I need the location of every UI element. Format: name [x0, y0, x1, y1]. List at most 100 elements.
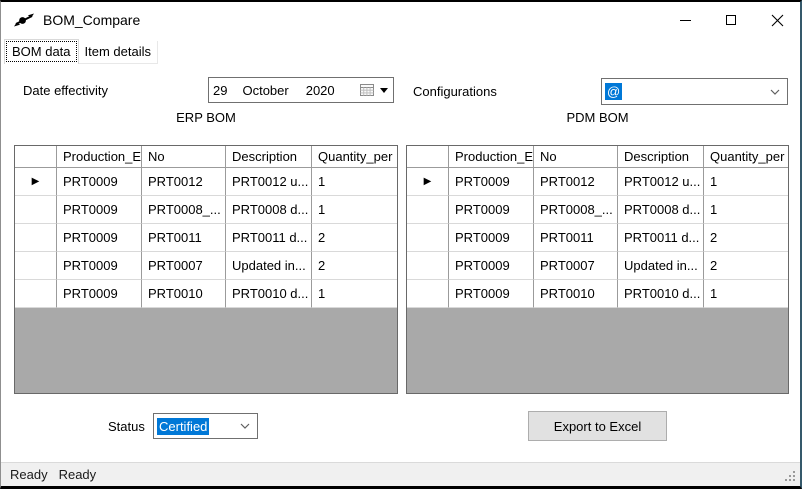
tab-bom-data[interactable]: BOM data: [4, 39, 79, 64]
grid-cell-description[interactable]: PRT0010 d...: [618, 280, 704, 308]
row-selector[interactable]: [407, 252, 449, 280]
row-selector[interactable]: [15, 252, 57, 280]
date-month[interactable]: October: [242, 83, 288, 98]
grid-cell-description[interactable]: PRT0010 d...: [226, 280, 312, 308]
table-row[interactable]: PRT0009PRT0011PRT0011 d...2: [15, 224, 397, 252]
status-label: Status: [108, 419, 145, 434]
row-selector[interactable]: [407, 196, 449, 224]
grid-cell-qty[interactable]: 1: [312, 280, 397, 308]
grid-cell-production[interactable]: PRT0009: [57, 224, 142, 252]
grid-cell-no[interactable]: PRT0007: [534, 252, 618, 280]
table-row[interactable]: PRT0009PRT0007Updated in...2: [407, 252, 788, 280]
minimize-button[interactable]: [662, 2, 708, 38]
grid-cell-qty[interactable]: 2: [312, 224, 397, 252]
row-selector[interactable]: [407, 224, 449, 252]
grid-cell-qty[interactable]: 2: [704, 252, 788, 280]
date-effectivity-label: Date effectivity: [23, 83, 108, 98]
grid-cell-production[interactable]: PRT0009: [57, 196, 142, 224]
grid-cell-description[interactable]: PRT0011 d...: [226, 224, 312, 252]
configurations-value: @: [605, 83, 622, 100]
row-selector[interactable]: [15, 224, 57, 252]
table-row[interactable]: PRT0009PRT0007Updated in...2: [15, 252, 397, 280]
current-row-arrow-icon: ▶: [424, 176, 432, 187]
export-to-excel-button[interactable]: Export to Excel: [528, 411, 667, 441]
grid-cell-production[interactable]: PRT0009: [57, 252, 142, 280]
grid-cell-description[interactable]: PRT0008 d...: [226, 196, 312, 224]
date-picker[interactable]: 29 October 2020: [208, 77, 394, 103]
grid-cell-qty[interactable]: 1: [704, 168, 788, 196]
row-selector[interactable]: [15, 280, 57, 308]
minimize-icon: [680, 20, 691, 21]
column-header-qty[interactable]: Quantity_per: [704, 146, 788, 167]
erp-bom-title: ERP BOM: [14, 110, 398, 125]
row-selector[interactable]: [15, 196, 57, 224]
maximize-button[interactable]: [708, 2, 754, 38]
chevron-down-icon: [240, 423, 250, 429]
grid-cell-no[interactable]: PRT0007: [142, 252, 226, 280]
status-text-left: Ready: [10, 467, 48, 482]
tab-item-details[interactable]: Item details: [79, 41, 158, 64]
calendar-icon[interactable]: [360, 83, 375, 97]
table-row[interactable]: ▶ PRT0009PRT0012PRT0012 u...1: [407, 168, 788, 196]
grid-cell-qty[interactable]: 1: [704, 196, 788, 224]
grid-cell-production[interactable]: PRT0009: [449, 168, 534, 196]
row-selector[interactable]: ▶: [15, 168, 57, 196]
grid-cell-production[interactable]: PRT0009: [449, 280, 534, 308]
grid-cell-description[interactable]: PRT0008 d...: [618, 196, 704, 224]
close-icon: [771, 14, 784, 27]
table-row[interactable]: ▶PRT0009PRT0012PRT0012 u...1: [15, 168, 397, 196]
grid-cell-qty[interactable]: 1: [312, 168, 397, 196]
resize-grip[interactable]: [785, 471, 797, 483]
grid-cell-qty[interactable]: 1: [704, 280, 788, 308]
configurations-combobox[interactable]: @: [601, 78, 788, 105]
grid-cell-no[interactable]: PRT0008_...: [534, 196, 618, 224]
grid-cell-description[interactable]: Updated in...: [618, 252, 704, 280]
grid-cell-description[interactable]: Updated in...: [226, 252, 312, 280]
grid-cell-production[interactable]: PRT0009: [449, 224, 534, 252]
status-combobox[interactable]: Certified: [153, 413, 258, 439]
table-row[interactable]: PRT0009PRT0010PRT0010 d...1: [15, 280, 397, 308]
table-row[interactable]: PRT0009PRT0008_...PRT0008 d...1: [15, 196, 397, 224]
grid-cell-no[interactable]: PRT0011: [534, 224, 618, 252]
column-header-selector[interactable]: [15, 146, 57, 167]
grid-cell-no[interactable]: PRT0010: [142, 280, 226, 308]
grid-cell-no[interactable]: PRT0012: [142, 168, 226, 196]
grid-cell-qty[interactable]: 2: [312, 252, 397, 280]
title-bar: BOM_Compare: [1, 2, 800, 38]
grid-header-row: Production_E No Description Quantity_per: [407, 146, 788, 168]
grid-body: ▶PRT0009PRT0012PRT0012 u...1PRT0009PRT00…: [407, 168, 788, 308]
grid-cell-no[interactable]: PRT0010: [534, 280, 618, 308]
grid-cell-description[interactable]: PRT0011 d...: [618, 224, 704, 252]
column-header-no[interactable]: No: [534, 146, 618, 167]
pdm-bom-grid[interactable]: Production_E No Description Quantity_per…: [406, 145, 789, 394]
date-day[interactable]: 29: [213, 83, 227, 98]
grid-cell-production[interactable]: PRT0009: [57, 168, 142, 196]
row-selector[interactable]: ▶: [407, 168, 449, 196]
grid-cell-no[interactable]: PRT0012: [534, 168, 618, 196]
table-row[interactable]: PRT0009PRT0010PRT0010 d...1: [407, 280, 788, 308]
column-header-description[interactable]: Description: [226, 146, 312, 167]
grid-cell-description[interactable]: PRT0012 u...: [618, 168, 704, 196]
table-row[interactable]: PRT0009PRT0011PRT0011 d...2: [407, 224, 788, 252]
grid-cell-production[interactable]: PRT0009: [57, 280, 142, 308]
grid-cell-qty[interactable]: 1: [312, 196, 397, 224]
erp-bom-grid[interactable]: Production_E No Description Quantity_per…: [14, 145, 398, 394]
date-year[interactable]: 2020: [306, 83, 335, 98]
row-selector[interactable]: [407, 280, 449, 308]
grid-cell-qty[interactable]: 2: [704, 224, 788, 252]
date-dropdown-arrow-icon[interactable]: [380, 88, 388, 93]
column-header-production[interactable]: Production_E: [57, 146, 142, 167]
grid-cell-production[interactable]: PRT0009: [449, 196, 534, 224]
table-row[interactable]: PRT0009PRT0008_...PRT0008 d...1: [407, 196, 788, 224]
close-button[interactable]: [754, 2, 800, 38]
status-bar: Ready Ready: [1, 462, 800, 486]
column-header-qty[interactable]: Quantity_per: [312, 146, 397, 167]
grid-cell-no[interactable]: PRT0011: [142, 224, 226, 252]
grid-cell-description[interactable]: PRT0012 u...: [226, 168, 312, 196]
column-header-description[interactable]: Description: [618, 146, 704, 167]
grid-cell-production[interactable]: PRT0009: [449, 252, 534, 280]
grid-cell-no[interactable]: PRT0008_...: [142, 196, 226, 224]
column-header-production[interactable]: Production_E: [449, 146, 534, 167]
column-header-selector[interactable]: [407, 146, 449, 167]
column-header-no[interactable]: No: [142, 146, 226, 167]
